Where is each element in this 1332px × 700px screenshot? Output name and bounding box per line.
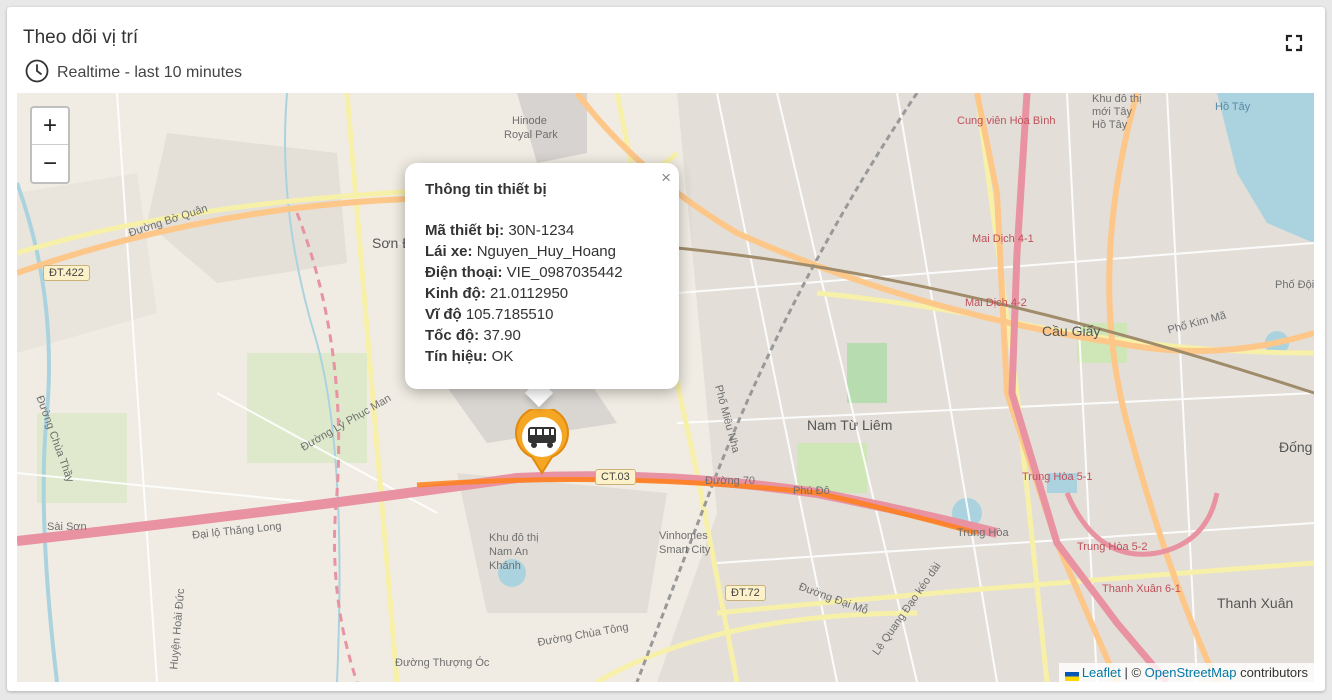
map-label: Cầu Giấy: [1042, 323, 1101, 339]
popup-row-value: 30N-1234: [508, 222, 575, 239]
leaflet-link[interactable]: Leaflet: [1082, 665, 1121, 680]
clock-icon: [25, 59, 49, 88]
attribution-suffix: contributors: [1236, 665, 1308, 680]
popup-row-label: Tốc độ:: [425, 327, 480, 344]
road-shield: CT.03: [595, 469, 636, 485]
map-label: Đường Thượng Óc: [395, 657, 490, 669]
map-label: Mai Dịch 4-2: [965, 297, 1027, 309]
bus-icon: [515, 406, 569, 475]
map-label: Mai Dịch 4-1: [972, 233, 1034, 245]
zoom-out-button[interactable]: −: [32, 145, 68, 182]
popup-row-label: Vĩ độ: [425, 306, 462, 323]
map-label: Đường 70: [705, 475, 756, 487]
popup-row-label: Lái xe:: [425, 243, 473, 260]
map-label: Hồ Tây: [1215, 101, 1251, 113]
popup-row-value: 21.0112950: [490, 285, 569, 302]
location-tracking-card: Theo dõi vị trí Realtime - last 10 minut…: [7, 7, 1325, 691]
popup-row-value: Nguyen_Huy_Hoang: [476, 243, 616, 260]
map-label: Sài Sơn: [47, 521, 87, 533]
road-shield: ĐT.422: [43, 265, 90, 281]
bus-marker[interactable]: [514, 406, 570, 475]
map-label: Thanh Xuân: [1217, 595, 1294, 611]
popup-row: Mã thiết bị: 30N-1234: [425, 220, 659, 241]
popup-row: Vĩ độ 105.7185510: [425, 304, 659, 325]
map-attribution: Leaflet | © OpenStreetMap contributors: [1058, 663, 1314, 682]
popup-row-value: 105.7185510: [465, 306, 554, 323]
device-info-popup: × Thông tin thiết bị Mã thiết bị: 30N-12…: [405, 163, 679, 389]
popup-row: Điện thoại: VIE_0987035442: [425, 262, 659, 283]
attribution-separator: | ©: [1120, 665, 1145, 680]
popup-rows: Mã thiết bị: 30N-1234 Lái xe: Nguyen_Huy_…: [425, 220, 659, 367]
popup-row: Lái xe: Nguyen_Huy_Hoang: [425, 241, 659, 262]
map-label: Khu đô thị mới Tây Hồ Tây: [1092, 93, 1142, 131]
popup-row-label: Kinh độ:: [425, 285, 486, 302]
openstreetmap-link[interactable]: OpenStreetMap: [1145, 665, 1237, 680]
road-shield: ĐT.72: [725, 585, 766, 601]
popup-row: Kinh độ: 21.0112950: [425, 283, 659, 304]
popup-row-label: Điện thoại:: [425, 264, 503, 281]
map-label: Đống: [1279, 439, 1313, 455]
map-label: Hinode: [512, 115, 547, 127]
popup-row: Tín hiệu: OK: [425, 346, 659, 367]
zoom-control: + −: [30, 106, 70, 184]
map-view[interactable]: Hinode Royal Park Sơn Đ ĐT.422 Đường Bờ …: [17, 93, 1314, 682]
map-label: Trung Hòa 5-1: [1022, 471, 1093, 483]
fullscreen-icon[interactable]: [1285, 34, 1303, 52]
map-label: Nam Từ Liêm: [807, 417, 893, 433]
map-label: Phú Đô: [793, 485, 830, 497]
map-label: Trung Hòa: [957, 527, 1009, 539]
time-range: Realtime - last 10 minutes: [25, 59, 242, 88]
popup-row: Tốc độ: 37.90: [425, 325, 659, 346]
map-label: Cung viên Hòa Bình: [957, 115, 1056, 127]
popup-row-label: Mã thiết bị:: [425, 222, 505, 239]
popup-row-label: Tín hiệu:: [425, 348, 488, 365]
time-range-label: Realtime - last 10 minutes: [57, 64, 242, 81]
map-label: Vinhomes Smart City: [659, 530, 711, 556]
popup-row-value: VIE_0987035442: [506, 264, 623, 281]
popup-title: Thông tin thiết bị: [425, 181, 547, 198]
card-title: Theo dõi vị trí: [23, 27, 139, 48]
zoom-in-button[interactable]: +: [32, 108, 68, 145]
map-label: Trung Hòa 5-2: [1077, 541, 1148, 553]
popup-row-value: 37.90: [483, 327, 521, 344]
ukraine-flag-icon: [1064, 669, 1079, 682]
map-label: Royal Park: [504, 129, 558, 141]
map-label: Phố Đội: [1275, 279, 1314, 291]
map-label: Thanh Xuân 6-1: [1102, 583, 1181, 595]
popup-row-value: OK: [491, 348, 514, 365]
close-icon[interactable]: ×: [661, 168, 671, 188]
map-label: Khu đô thị Nam An Khánh: [489, 532, 539, 572]
